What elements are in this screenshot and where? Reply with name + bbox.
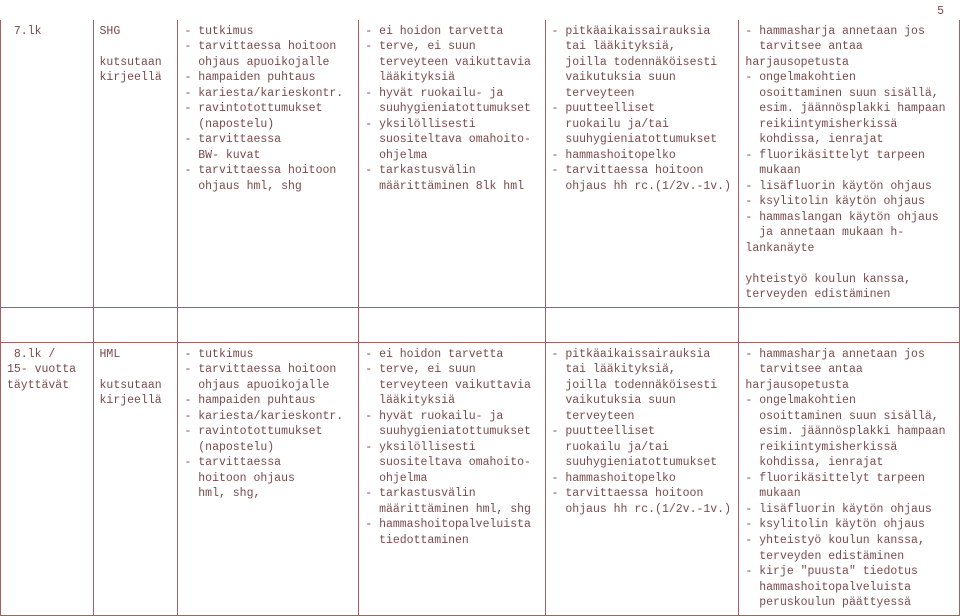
cell-risk: - pitkäaikaissairauksia tai lääkityksiä,… xyxy=(552,24,733,195)
cell-risk: - pitkäaikaissairauksia tai lääkityksiä,… xyxy=(552,347,733,518)
cell-action: - hammasharja annetaan jos tarvitsee ant… xyxy=(745,24,953,303)
cell-exam: - tutkimus - tarvittaessa hoitoon ohjaus… xyxy=(184,24,352,195)
table-row: 7.lk SHG kutsutaan kirjeellä - tutkimus … xyxy=(1,20,960,308)
cell-grade: 7.lk xyxy=(7,24,87,40)
cell-who: SHG kutsutaan kirjeellä xyxy=(100,24,172,86)
cell-who: HML kutsutaan kirjeellä xyxy=(100,347,172,409)
cell-healthy: - ei hoidon tarvetta - terve, ei suun te… xyxy=(365,24,538,195)
cell-action: - hammasharja annetaan jos tarvitsee ant… xyxy=(745,347,953,611)
cell-grade: 8.lk / 15- vuotta täyttävät xyxy=(7,347,87,394)
cell-exam: - tutkimus - tarvittaessa hoitoon ohjaus… xyxy=(184,347,352,502)
page-number: 5 xyxy=(0,0,960,20)
document-table: 7.lk SHG kutsutaan kirjeellä - tutkimus … xyxy=(0,20,960,616)
cell-healthy: - ei hoidon tarvetta - terve, ei suun te… xyxy=(365,347,538,549)
table-row: 8.lk / 15- vuotta täyttävät HML kutsutaa… xyxy=(1,342,960,615)
spacer-row xyxy=(1,307,960,342)
